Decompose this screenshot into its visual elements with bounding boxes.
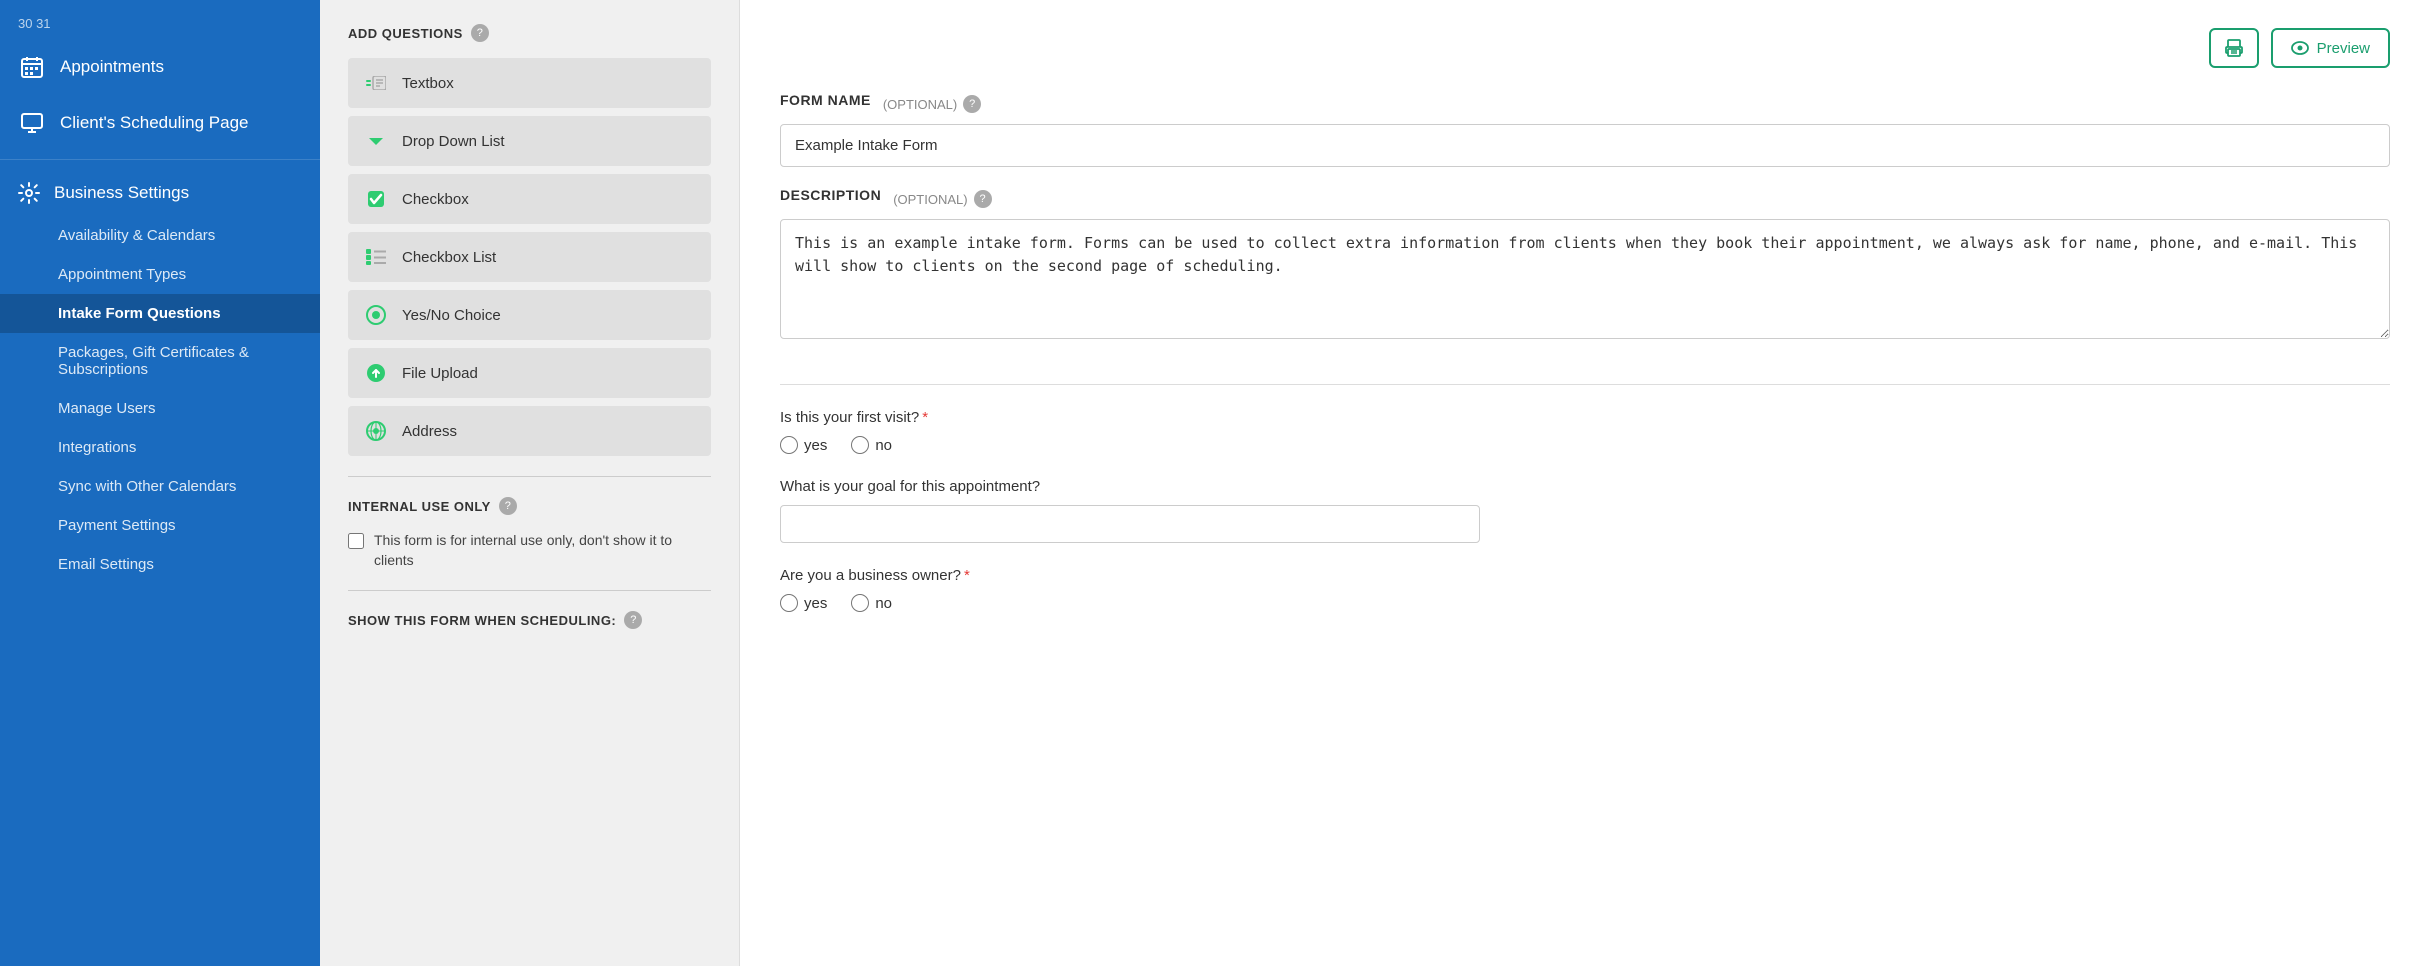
- show-form-label: SHOW THIS FORM WHEN SCHEDULING:: [348, 613, 616, 628]
- preview-btn[interactable]: Preview: [2271, 28, 2390, 68]
- show-form-header: SHOW THIS FORM WHEN SCHEDULING: ?: [348, 611, 711, 629]
- top-actions: Preview: [780, 28, 2390, 68]
- checkbox-list-btn-label: Checkbox List: [402, 249, 496, 266]
- textbox-btn-label: Textbox: [402, 75, 454, 92]
- add-textbox-btn[interactable]: Textbox: [348, 58, 711, 108]
- question-3: Are you a business owner?* yes no: [780, 567, 2390, 612]
- add-questions-help[interactable]: ?: [471, 24, 489, 42]
- question-3-yes[interactable]: yes: [780, 594, 827, 612]
- sidebar-item-email-settings[interactable]: Email Settings: [0, 545, 320, 584]
- address-btn-label: Address: [402, 423, 457, 440]
- question-1-no-radio[interactable]: [851, 436, 869, 454]
- question-2-text: What is your goal for this appointment?: [780, 478, 2390, 495]
- business-settings-sub-items: Availability & Calendars Appointment Typ…: [0, 216, 320, 584]
- panel-divider: [348, 476, 711, 477]
- print-btn[interactable]: [2209, 28, 2259, 68]
- business-settings-label: Business Settings: [54, 183, 189, 203]
- panel-divider-2: [348, 590, 711, 591]
- question-3-required: *: [964, 567, 970, 584]
- description-optional: (OPTIONAL): [893, 192, 967, 207]
- form-name-optional: (OPTIONAL): [883, 97, 957, 112]
- internal-use-label: INTERNAL USE ONLY: [348, 499, 491, 514]
- sidebar-item-integrations[interactable]: Integrations: [0, 428, 320, 467]
- left-panel: ADD QUESTIONS ? Textbox: [320, 0, 740, 966]
- description-label-row: DESCRIPTION (OPTIONAL) ?: [780, 187, 2390, 211]
- file-upload-btn-label: File Upload: [402, 365, 478, 382]
- form-name-input[interactable]: [780, 124, 2390, 167]
- eye-icon: [2291, 41, 2309, 55]
- calendar-icon: [18, 53, 46, 81]
- form-name-label: FORM NAME: [780, 92, 871, 108]
- question-1-yes[interactable]: yes: [780, 436, 827, 454]
- internal-use-checkbox-label: This form is for internal use only, don'…: [374, 531, 711, 570]
- show-form-section: SHOW THIS FORM WHEN SCHEDULING: ?: [348, 611, 711, 629]
- add-checkbox-btn[interactable]: Checkbox: [348, 174, 711, 224]
- preview-btn-label: Preview: [2317, 40, 2370, 57]
- form-name-label-row: FORM NAME (OPTIONAL) ?: [780, 92, 2390, 116]
- file-upload-icon: [364, 361, 388, 385]
- question-2: What is your goal for this appointment?: [780, 478, 2390, 543]
- sidebar-item-sync-calendars[interactable]: Sync with Other Calendars: [0, 467, 320, 506]
- sidebar-item-payment-settings[interactable]: Payment Settings: [0, 506, 320, 545]
- sidebar-top: 30 31 Appointments: [0, 0, 320, 160]
- sidebar-item-appointment-types[interactable]: Appointment Types: [0, 255, 320, 294]
- sidebar-item-appointments-label: Appointments: [60, 57, 164, 77]
- sidebar-date: 30 31: [0, 12, 320, 39]
- description-label: DESCRIPTION: [780, 187, 881, 203]
- checkbox-list-icon: [364, 245, 388, 269]
- yes-no-btn-label: Yes/No Choice: [402, 307, 501, 324]
- sidebar-item-packages[interactable]: Packages, Gift Certificates & Subscripti…: [0, 333, 320, 389]
- question-1: Is this your first visit?* yes no: [780, 409, 2390, 454]
- yes-no-icon: [364, 303, 388, 327]
- add-yes-no-btn[interactable]: Yes/No Choice: [348, 290, 711, 340]
- checkbox-btn-label: Checkbox: [402, 191, 469, 208]
- monitor-icon: [18, 109, 46, 137]
- sidebar-item-clients-label: Client's Scheduling Page: [60, 113, 248, 133]
- show-form-help[interactable]: ?: [624, 611, 642, 629]
- business-settings-section: Business Settings Availability & Calenda…: [0, 160, 320, 584]
- question-2-input[interactable]: [780, 505, 1480, 543]
- internal-use-header: INTERNAL USE ONLY ?: [348, 497, 711, 515]
- address-icon: [364, 419, 388, 443]
- internal-use-section: INTERNAL USE ONLY ? This form is for int…: [348, 497, 711, 570]
- question-3-yes-radio[interactable]: [780, 594, 798, 612]
- sidebar-item-appointments[interactable]: Appointments: [0, 39, 320, 95]
- add-dropdown-btn[interactable]: Drop Down List: [348, 116, 711, 166]
- question-3-no[interactable]: no: [851, 594, 892, 612]
- form-divider: [780, 384, 2390, 385]
- print-icon: [2225, 39, 2243, 57]
- sidebar: 30 31 Appointments: [0, 0, 320, 966]
- business-settings-title[interactable]: Business Settings: [0, 170, 320, 216]
- dropdown-icon: [364, 129, 388, 153]
- form-name-help[interactable]: ?: [963, 95, 981, 113]
- textbox-icon: [364, 71, 388, 95]
- question-1-text: Is this your first visit?*: [780, 409, 2390, 426]
- add-file-upload-btn[interactable]: File Upload: [348, 348, 711, 398]
- internal-use-checkbox[interactable]: [348, 533, 364, 549]
- sidebar-item-availability[interactable]: Availability & Calendars: [0, 216, 320, 255]
- internal-use-help[interactable]: ?: [499, 497, 517, 515]
- question-1-no[interactable]: no: [851, 436, 892, 454]
- question-1-required: *: [922, 409, 928, 426]
- add-checkbox-list-btn[interactable]: Checkbox List: [348, 232, 711, 282]
- sidebar-item-manage-users[interactable]: Manage Users: [0, 389, 320, 428]
- internal-use-checkbox-row: This form is for internal use only, don'…: [348, 531, 711, 570]
- question-3-no-radio[interactable]: [851, 594, 869, 612]
- main-content: ADD QUESTIONS ? Textbox: [320, 0, 2430, 966]
- add-address-btn[interactable]: Address: [348, 406, 711, 456]
- settings-icon: [18, 182, 40, 204]
- sidebar-item-clients-scheduling[interactable]: Client's Scheduling Page: [0, 95, 320, 151]
- question-1-yes-radio[interactable]: [780, 436, 798, 454]
- description-textarea[interactable]: This is an example intake form. Forms ca…: [780, 219, 2390, 339]
- question-3-options: yes no: [780, 594, 2390, 612]
- right-panel: Preview FORM NAME (OPTIONAL) ? DESCRIPTI…: [740, 0, 2430, 966]
- add-questions-header: ADD QUESTIONS ?: [348, 24, 711, 42]
- add-questions-label: ADD QUESTIONS: [348, 26, 463, 41]
- checkbox-icon: [364, 187, 388, 211]
- dropdown-btn-label: Drop Down List: [402, 133, 505, 150]
- description-help[interactable]: ?: [974, 190, 992, 208]
- sidebar-item-intake-form[interactable]: Intake Form Questions: [0, 294, 320, 333]
- question-1-options: yes no: [780, 436, 2390, 454]
- question-3-text: Are you a business owner?*: [780, 567, 2390, 584]
